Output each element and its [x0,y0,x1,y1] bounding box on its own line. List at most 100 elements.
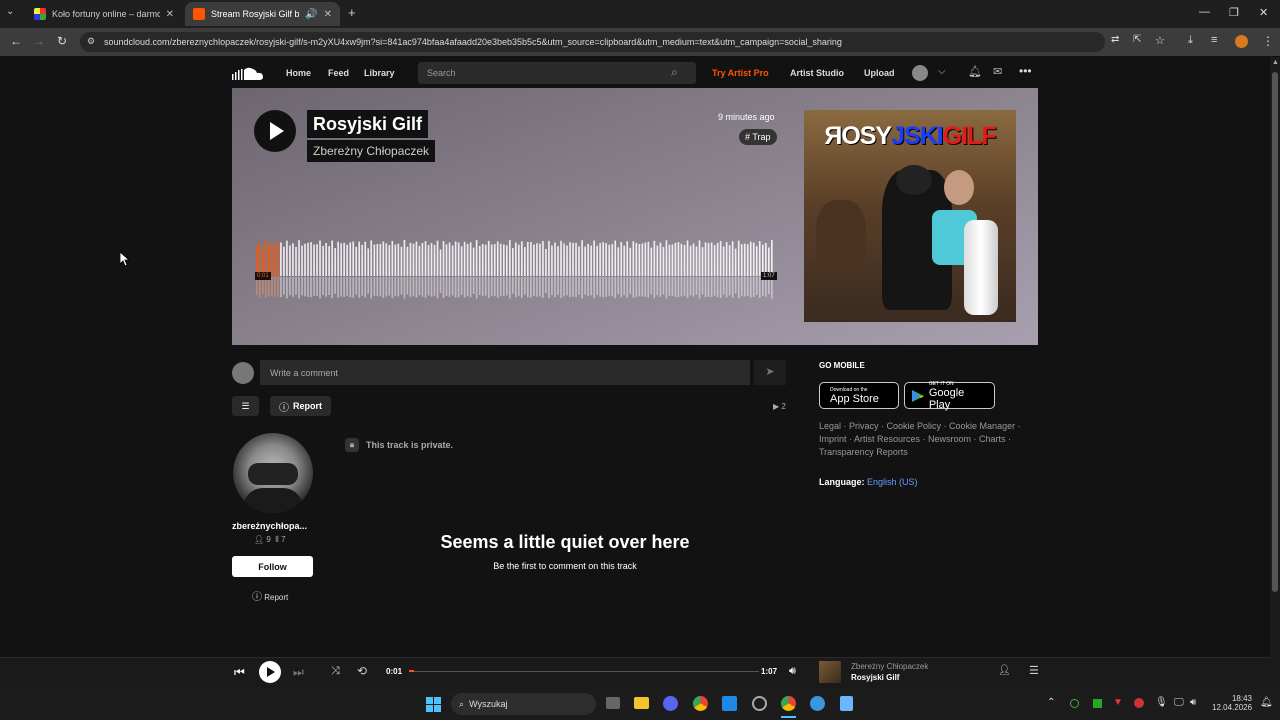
app-store-button[interactable]: Download on the App Store [819,382,899,409]
more-options-icon[interactable]: ••• [1019,64,1032,78]
footer-links[interactable]: Legal · Privacy · Cookie Policy · Cookie… [819,420,1029,459]
new-tab-icon[interactable]: + [348,5,356,20]
waveform-bar [587,243,589,276]
notifications-bell-icon[interactable]: 🔔︎ [968,65,982,78]
comment-input[interactable]: Write a comment [260,360,750,385]
nav-home[interactable]: Home [286,68,311,78]
player-title[interactable]: Rosyjski Gilf [851,673,899,682]
player-play-button[interactable] [259,661,281,683]
file-explorer-icon[interactable] [634,697,649,709]
downloads-icon[interactable]: ⤓ [1188,34,1193,47]
back-icon[interactable]: ← [10,34,22,48]
search-icon[interactable]: ⌕ [671,65,678,80]
artist-studio-link[interactable]: Artist Studio [790,68,844,78]
waveform-bar [638,244,641,276]
tray-record-icon[interactable] [1134,698,1144,708]
shuffle-icon[interactable]: ⤨ [331,665,340,678]
task-view-icon[interactable] [606,697,620,709]
microphone-icon[interactable]: 🎙︎ [1155,697,1168,708]
waveform-bar [412,243,415,276]
profile-avatar-icon[interactable] [1235,35,1248,48]
waveform-reflection-bar [325,277,327,297]
upload-link[interactable]: Upload [864,68,895,78]
waveform-reflection-bar [430,277,433,297]
tab-soundcloud[interactable]: Stream Rosyjski Gilf by zbe 🔊 ✕ [185,2,340,26]
tray-nvidia-icon[interactable] [1093,699,1102,708]
windows-start-icon[interactable] [426,697,441,712]
next-track-icon[interactable]: ⏭ [293,665,304,680]
tray-overflow-icon[interactable]: ⌃ [1047,697,1055,708]
translate-icon[interactable]: ⇄ [1111,34,1119,45]
language-selector[interactable]: Language: English (US) [819,477,918,487]
report-track-button[interactable]: ⓘ Report [270,396,331,416]
minimize-icon[interactable]: — [1199,6,1210,18]
tab-close-icon[interactable]: ✕ [166,9,174,20]
address-bar[interactable]: soundcloud.com/zbereznychlopaczek/rosyjs… [80,32,1105,52]
waveform-bar [509,240,511,276]
tray-red-icon[interactable]: ▼ [1113,697,1123,708]
messages-mail-icon[interactable]: ✉ [993,65,1002,78]
waveform-bar [286,240,288,276]
scrollbar-thumb[interactable] [1272,72,1278,592]
close-window-icon[interactable]: ✕ [1259,6,1268,19]
waveform-bar [533,244,535,276]
waveform[interactable] [256,236,774,300]
taskbar-search[interactable]: ⌕ Wyszukaj [451,693,596,715]
report-artist-button[interactable]: ⓘ Report [252,588,288,603]
chrome-icon[interactable] [693,696,708,711]
nav-feed[interactable]: Feed [328,68,349,78]
tab-close-icon[interactable]: ✕ [324,9,332,20]
edge-icon[interactable] [810,696,825,711]
search-input[interactable]: Search [418,62,696,84]
clock[interactable]: 18:43 12.04.2026 [1212,694,1252,712]
media-control-icon[interactable]: ≡ [1211,34,1217,46]
add-to-playlist-button[interactable]: ☰ [232,396,259,416]
previous-track-icon[interactable]: ⏮ [234,665,245,680]
repeat-icon[interactable]: ⟲ [357,664,367,678]
waveform-bar [322,245,324,276]
volume-icon[interactable]: 🔊︎ [789,665,796,678]
steam-icon[interactable] [752,696,767,711]
genre-tag[interactable]: # Trap [739,129,777,145]
speaker-icon[interactable]: 🔊︎ [1190,697,1196,708]
track-artist[interactable]: Zbereżny Chłopaczek [307,140,436,162]
follow-artist-icon[interactable]: 👤︎ [998,665,1011,676]
reload-icon[interactable]: ↻ [57,34,67,48]
next-up-queue-icon[interactable]: ☰ [1029,664,1039,677]
waveform-bar [400,246,403,276]
waveform-reflection-bar [277,277,279,298]
follow-button[interactable]: Follow [232,556,313,577]
player-artist[interactable]: Zbereżny Chłopaczek [851,662,928,671]
tab-kolo-fortuny[interactable]: Koło fortuny online – darmowe ✕ [26,2,182,26]
play-button[interactable] [254,110,296,152]
waveform-reflection-bar [301,277,303,296]
user-avatar[interactable] [912,65,928,81]
network-icon[interactable]: 🖵 [1174,697,1184,708]
soundcloud-logo-icon[interactable] [232,66,264,81]
tray-app-icon[interactable] [1070,699,1079,708]
player-artwork-thumb[interactable] [819,661,841,683]
browser-menu-icon[interactable]: ⋮ [1262,34,1274,48]
site-info-icon[interactable]: ⚙ [87,36,95,47]
chevron-down-icon[interactable]: ⌵ [938,66,946,77]
discord-icon[interactable] [663,696,678,711]
tab-search-icon[interactable]: ⌄ [6,6,14,17]
share-icon[interactable]: ⇱ [1133,34,1141,45]
progress-track[interactable] [409,671,759,672]
chrome-active-icon[interactable] [781,696,796,711]
artist-avatar[interactable] [233,433,313,513]
try-artist-pro-link[interactable]: Try Artist Pro [712,68,769,78]
artist-username[interactable]: zbereżnychłopa... [232,521,307,531]
notepad-icon[interactable] [840,696,853,711]
forward-icon[interactable]: → [33,34,45,48]
notifications-icon[interactable]: 🔔︎ [1260,697,1273,708]
waveform-reflection-bar [605,277,607,297]
bookmark-star-icon[interactable]: ☆ [1155,34,1165,47]
send-comment-icon[interactable]: ➤ [754,360,786,385]
nav-library[interactable]: Library [364,68,395,78]
scroll-up-icon[interactable]: ▲ [1272,59,1279,66]
waveform-reflection-bar [602,277,604,298]
maximize-icon[interactable]: ❐ [1229,6,1239,19]
photos-icon[interactable] [722,696,737,711]
google-play-button[interactable]: GET IT ON Google Play [904,381,995,411]
